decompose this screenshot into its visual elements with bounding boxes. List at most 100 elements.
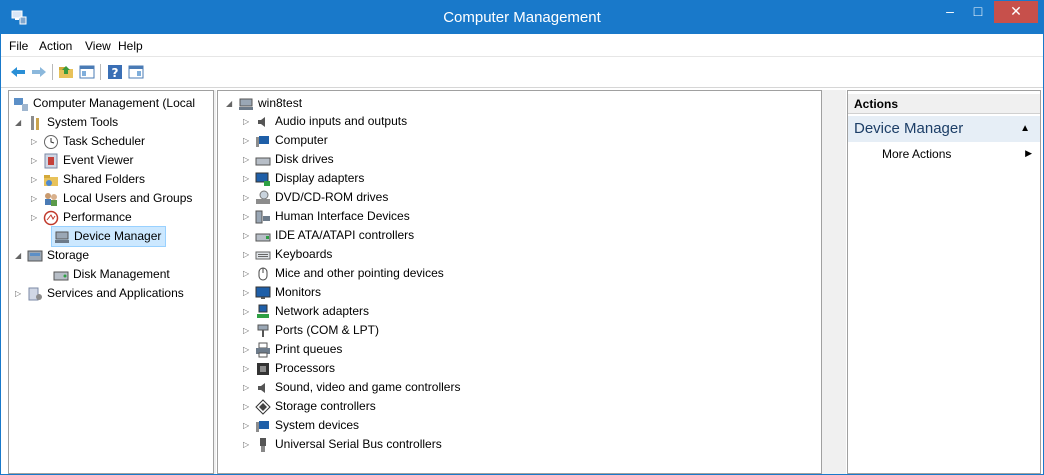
computer-management-icon — [14, 97, 28, 111]
expand-arrow-icon[interactable]: ▷ — [243, 359, 253, 378]
forward-arrow-icon[interactable] — [30, 63, 48, 81]
title-bar[interactable]: Computer Management – □ ✕ — [1, 1, 1043, 34]
tree-item-storage[interactable]: ◢ Storage — [15, 246, 89, 265]
device-category-ports[interactable]: ▷ Ports (COM & LPT) — [243, 321, 379, 340]
expand-arrow-icon[interactable]: ▷ — [243, 188, 253, 207]
device-category-label: Keyboards — [275, 247, 333, 261]
device-category-label: Mice and other pointing devices — [275, 266, 444, 280]
device-category-label: Display adapters — [275, 171, 365, 185]
expand-arrow-icon[interactable]: ▷ — [31, 170, 41, 189]
system-devices-icon — [256, 420, 269, 432]
expand-arrow-icon[interactable]: ▷ — [31, 151, 41, 170]
device-category-label: Network adapters — [275, 304, 370, 318]
device-category-mice[interactable]: ▷ Mice and other pointing devices — [243, 264, 444, 283]
expand-arrow-icon[interactable]: ▷ — [243, 207, 253, 226]
speaker-icon — [258, 116, 265, 127]
tree-item-device-manager[interactable]: Device Manager — [51, 226, 167, 247]
collapse-arrow-icon[interactable]: ◢ — [226, 94, 236, 113]
device-category-usb-controllers[interactable]: ▷ Universal Serial Bus controllers — [243, 435, 442, 454]
device-category-monitors[interactable]: ▷ Monitors — [243, 283, 321, 302]
menu-action[interactable]: Action — [39, 39, 72, 53]
device-category-keyboards[interactable]: ▷ Keyboards — [243, 245, 332, 264]
show-hide-action-pane-icon[interactable] — [127, 63, 145, 81]
tree-item-performance[interactable]: ▷ Performance — [31, 208, 132, 227]
device-category-print-queues[interactable]: ▷ Print queues — [243, 340, 342, 359]
device-category-disk-drives[interactable]: ▷ Disk drives — [243, 150, 334, 169]
device-category-label: Storage controllers — [275, 399, 376, 413]
window-title: Computer Management — [443, 9, 601, 26]
device-category-storage-controllers[interactable]: ▷ Storage controllers — [243, 397, 376, 416]
expand-arrow-icon[interactable]: ▷ — [243, 264, 253, 283]
event-viewer-icon — [44, 153, 58, 169]
minimize-button[interactable]: – — [936, 1, 964, 23]
expand-arrow-icon[interactable]: ▷ — [243, 340, 253, 359]
show-hide-console-tree-icon[interactable] — [78, 63, 96, 81]
expand-arrow-icon[interactable]: ▷ — [243, 150, 253, 169]
tree-item-shared-folders[interactable]: ▷ Shared Folders — [31, 170, 145, 189]
tree-item-disk-management[interactable]: Disk Management — [51, 265, 170, 284]
device-category-audio[interactable]: ▷ Audio inputs and outputs — [243, 112, 407, 131]
speaker-icon — [258, 382, 265, 393]
expand-arrow-icon[interactable]: ▷ — [243, 378, 253, 397]
device-category-network-adapters[interactable]: ▷ Network adapters — [243, 302, 369, 321]
back-arrow-icon[interactable] — [9, 63, 27, 81]
usb-icon — [260, 437, 266, 452]
tree-item-services-and-applications[interactable]: ▷ Services and Applications — [15, 284, 184, 303]
tree-label: System Tools — [47, 115, 119, 129]
collapse-arrow-icon[interactable]: ◢ — [15, 246, 25, 265]
menu-file[interactable]: File — [9, 39, 28, 53]
device-root-win8test[interactable]: ◢ win8test — [226, 94, 302, 113]
device-category-label: Sound, video and game controllers — [275, 380, 461, 394]
tree-label: Performance — [63, 210, 132, 224]
collapse-arrow-icon[interactable]: ◢ — [15, 113, 25, 132]
expand-arrow-icon[interactable]: ▷ — [31, 132, 41, 151]
device-category-sound-video-game[interactable]: ▷ Sound, video and game controllers — [243, 378, 460, 397]
expand-arrow-icon[interactable]: ▷ — [243, 397, 253, 416]
device-category-label: Computer — [275, 133, 328, 147]
maximize-button[interactable]: □ — [964, 1, 992, 23]
device-category-processors[interactable]: ▷ Processors — [243, 359, 335, 378]
menu-view[interactable]: View — [85, 39, 111, 53]
expand-arrow-icon[interactable]: ▷ — [243, 112, 253, 131]
tree-item-event-viewer[interactable]: ▷ Event Viewer — [31, 151, 133, 170]
expand-arrow-icon[interactable]: ▷ — [243, 283, 253, 302]
actions-header: Actions — [848, 94, 1040, 114]
tree-label: Task Scheduler — [63, 134, 146, 148]
actions-section-device-manager[interactable]: Device Manager ▲ — [848, 116, 1040, 142]
expand-arrow-icon[interactable]: ▷ — [243, 169, 253, 188]
dvd-drive-icon — [256, 190, 270, 204]
shared-folder-icon — [44, 174, 58, 186]
performance-icon — [43, 210, 59, 226]
device-category-system-devices[interactable]: ▷ System devices — [243, 416, 359, 435]
help-icon[interactable]: ? — [106, 63, 124, 81]
expand-arrow-icon[interactable]: ▷ — [243, 226, 253, 245]
tree-item-task-scheduler[interactable]: ▷ Task Scheduler — [31, 132, 145, 151]
expand-arrow-icon[interactable]: ▷ — [243, 131, 253, 150]
tree-item-local-users-and-groups[interactable]: ▷ Local Users and Groups — [31, 189, 192, 208]
expand-arrow-icon[interactable]: ▷ — [243, 245, 253, 264]
expand-arrow-icon[interactable]: ▷ — [243, 321, 253, 340]
device-category-dvd-cdrom[interactable]: ▷ DVD/CD-ROM drives — [243, 188, 388, 207]
expand-arrow-icon[interactable]: ▷ — [243, 416, 253, 435]
tree-item-system-tools[interactable]: ◢ System Tools — [15, 113, 118, 132]
monitor-icon — [255, 286, 271, 299]
expand-arrow-icon[interactable]: ▷ — [243, 435, 253, 454]
collapse-up-icon[interactable]: ▲ — [1020, 116, 1030, 142]
device-category-hid[interactable]: ▷ Human Interface Devices — [243, 207, 410, 226]
more-actions-link[interactable]: More Actions ▶ — [882, 147, 1032, 161]
device-category-ide-ata[interactable]: ▷ IDE ATA/ATAPI controllers — [243, 226, 414, 245]
pane-splitter-right[interactable] — [822, 90, 846, 474]
close-button[interactable]: ✕ — [994, 1, 1038, 23]
tree-item-computer-management[interactable]: Computer Management (Local — [11, 94, 195, 113]
hid-icon — [255, 210, 270, 224]
expand-arrow-icon[interactable]: ▷ — [31, 189, 41, 208]
device-category-display-adapters[interactable]: ▷ Display adapters — [243, 169, 364, 188]
menu-help[interactable]: Help — [118, 39, 143, 53]
expand-arrow-icon[interactable]: ▷ — [15, 284, 25, 303]
console-tree-pane: Computer Management (Local ◢ System Tool… — [8, 90, 214, 474]
expand-arrow-icon[interactable]: ▷ — [31, 208, 41, 227]
expand-arrow-icon[interactable]: ▷ — [243, 302, 253, 321]
device-tree-pane: ◢ win8test ▷ Audio inputs and outputs ▷ … — [217, 90, 822, 474]
up-folder-icon[interactable] — [57, 63, 75, 81]
device-category-computer[interactable]: ▷ Computer — [243, 131, 328, 150]
